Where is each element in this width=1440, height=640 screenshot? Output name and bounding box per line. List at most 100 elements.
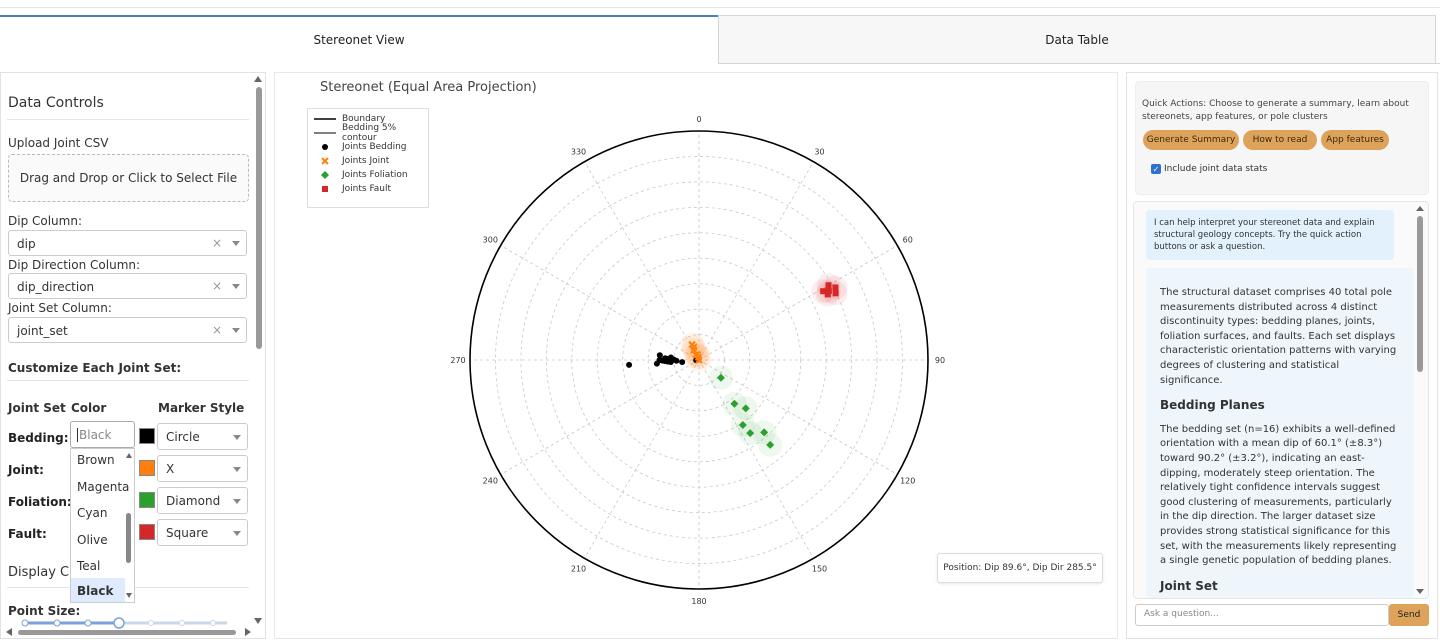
- set-label-fault: Fault:: [8, 527, 47, 541]
- customize-title: Customize Each Joint Set:: [8, 361, 182, 375]
- azimuth-label: 90: [935, 356, 945, 365]
- chat-scrollbar[interactable]: [1417, 216, 1423, 372]
- marker-select-foliation[interactable]: Diamond: [157, 487, 248, 514]
- header-joint-set: Joint Set: [8, 401, 66, 415]
- azimuth-label: 60: [903, 236, 913, 245]
- generate-summary-button[interactable]: Generate Summary: [1143, 130, 1239, 150]
- point-size-slider[interactable]: [21, 617, 231, 629]
- jointset-column-value: joint_set: [17, 324, 68, 338]
- bedding-pole-marker: [679, 359, 686, 366]
- marker-select-bedding[interactable]: Circle: [157, 423, 248, 450]
- bedding-pole-marker: [673, 357, 680, 364]
- bedding-pole-marker: [667, 354, 674, 361]
- legend-item-joint: Joints Joint: [314, 154, 389, 168]
- color-swatch-bedding: [139, 428, 155, 444]
- scroll-up-icon[interactable]: [126, 453, 132, 458]
- color-swatch-foliation: [139, 492, 155, 508]
- color-option-teal[interactable]: Teal: [77, 559, 100, 573]
- include-stats-label: Include joint data stats: [1164, 164, 1268, 174]
- marker-value: Diamond: [166, 494, 221, 508]
- ask-question-input[interactable]: Ask a question...: [1135, 604, 1389, 626]
- color-options-dropdown: Brown Magenta Cyan Olive Teal Black: [70, 448, 135, 603]
- marker-select-fault[interactable]: Square: [157, 519, 248, 546]
- color-option-black[interactable]: Black: [71, 578, 125, 602]
- color-swatch-joint: [139, 460, 155, 476]
- send-button[interactable]: Send: [1389, 604, 1429, 626]
- data-controls-panel: Data Controls Upload Joint CSV Drag and …: [0, 72, 266, 639]
- point-size-label: Point Size:: [8, 604, 81, 618]
- legend-label: Joints Joint: [342, 156, 390, 166]
- tab-stereonet-view[interactable]: Stereonet View: [0, 15, 718, 64]
- fault-pole-marker: [832, 290, 839, 297]
- dipdir-column-select[interactable]: dip_direction ×: [8, 273, 247, 299]
- marker-value: Circle: [166, 430, 200, 444]
- fault-pole-marker: [820, 288, 827, 295]
- header-marker-style: Marker Style: [158, 401, 245, 415]
- dipdir-column-value: dip_direction: [17, 280, 95, 294]
- chevron-down-icon[interactable]: [232, 241, 240, 246]
- tab-data-table[interactable]: Data Table: [718, 15, 1436, 64]
- fault-pole-marker: [825, 282, 832, 289]
- clear-icon[interactable]: ×: [212, 236, 222, 250]
- header-color: Color: [71, 401, 107, 415]
- scroll-left-icon[interactable]: [6, 628, 12, 636]
- scroll-down-icon[interactable]: [126, 593, 132, 598]
- color-input-bedding[interactable]: Black: [70, 421, 135, 448]
- panel-vertical-scrollbar[interactable]: [256, 87, 262, 349]
- panel-horizontal-scrollbar[interactable]: [18, 630, 236, 635]
- clear-icon[interactable]: ×: [212, 323, 222, 337]
- color-option-olive[interactable]: Olive: [77, 533, 108, 547]
- color-option-magenta[interactable]: Magenta: [77, 480, 129, 494]
- summary-paragraph: The bedding set (n=16) exhibits a well-d…: [1160, 423, 1397, 567]
- azimuth-label: 0: [696, 115, 701, 124]
- color-input-value: Black: [77, 428, 112, 442]
- bedding-pole-marker: [653, 360, 660, 367]
- azimuth-label: 120: [900, 477, 915, 486]
- fault-pole-marker: [832, 284, 839, 291]
- legend-item-fault: Joints Fault: [314, 182, 391, 196]
- marker-select-joint[interactable]: X: [157, 455, 248, 482]
- legend-label: Joints Bedding: [342, 142, 407, 152]
- legend-item-contour: Bedding 5% contour: [314, 123, 428, 143]
- divider: [7, 380, 249, 381]
- stereonet-legend: Boundary Bedding 5% contour Joints Beddi…: [307, 108, 429, 208]
- include-stats-checkbox[interactable]: ✓: [1151, 164, 1161, 174]
- app-features-button[interactable]: App features: [1321, 130, 1389, 150]
- tab-bar: Stereonet View Data Table: [0, 0, 1440, 64]
- bedding-pole-marker: [626, 361, 633, 368]
- legend-item-foliation: Joints Foliation: [314, 168, 408, 182]
- marker-value: Square: [166, 526, 209, 540]
- color-swatch-fault: [139, 524, 155, 540]
- color-option-cyan[interactable]: Cyan: [77, 506, 107, 520]
- legend-label: Joints Foliation: [342, 170, 408, 180]
- scroll-down-icon[interactable]: [1416, 589, 1424, 594]
- scroll-up-icon[interactable]: [1416, 206, 1424, 211]
- file-dropzone[interactable]: Drag and Drop or Click to Select File: [8, 154, 249, 202]
- marker-value: X: [166, 462, 175, 476]
- chevron-down-icon: [233, 467, 241, 472]
- dip-column-select[interactable]: dip ×: [8, 230, 247, 256]
- scroll-up-icon[interactable]: [254, 76, 262, 82]
- chevron-down-icon[interactable]: [232, 328, 240, 333]
- jointset-column-select[interactable]: joint_set ×: [8, 317, 247, 343]
- set-label-joint: Joint:: [8, 463, 44, 477]
- scroll-right-icon[interactable]: [245, 628, 251, 636]
- tab-divider: [718, 63, 1440, 64]
- bot-intro-message: I can help interpret your stereonet data…: [1146, 210, 1394, 260]
- scroll-down-icon[interactable]: [254, 618, 262, 624]
- color-option-brown[interactable]: Brown: [77, 453, 115, 467]
- chevron-down-icon: [233, 531, 241, 536]
- how-to-read-button[interactable]: How to read: [1243, 130, 1317, 150]
- chevron-down-icon[interactable]: [232, 284, 240, 289]
- clear-icon[interactable]: ×: [212, 279, 222, 293]
- set-label-foliation: Foliation:: [8, 495, 72, 509]
- upload-label: Upload Joint CSV: [8, 136, 109, 150]
- cursor-position-readout: Position: Dip 89.6°, Dip Dir 285.5°: [937, 553, 1103, 583]
- azimuth-label: 150: [812, 565, 827, 574]
- azimuth-label: 270: [450, 356, 465, 365]
- dropdown-scrollbar[interactable]: [126, 513, 131, 563]
- summary-paragraph: The structural dataset comprises 40 tota…: [1160, 287, 1397, 386]
- assistant-panel: Quick Actions: Choose to generate a summ…: [1126, 72, 1438, 639]
- grid-spoke: [500, 245, 700, 361]
- legend-label: Joints Fault: [342, 184, 392, 194]
